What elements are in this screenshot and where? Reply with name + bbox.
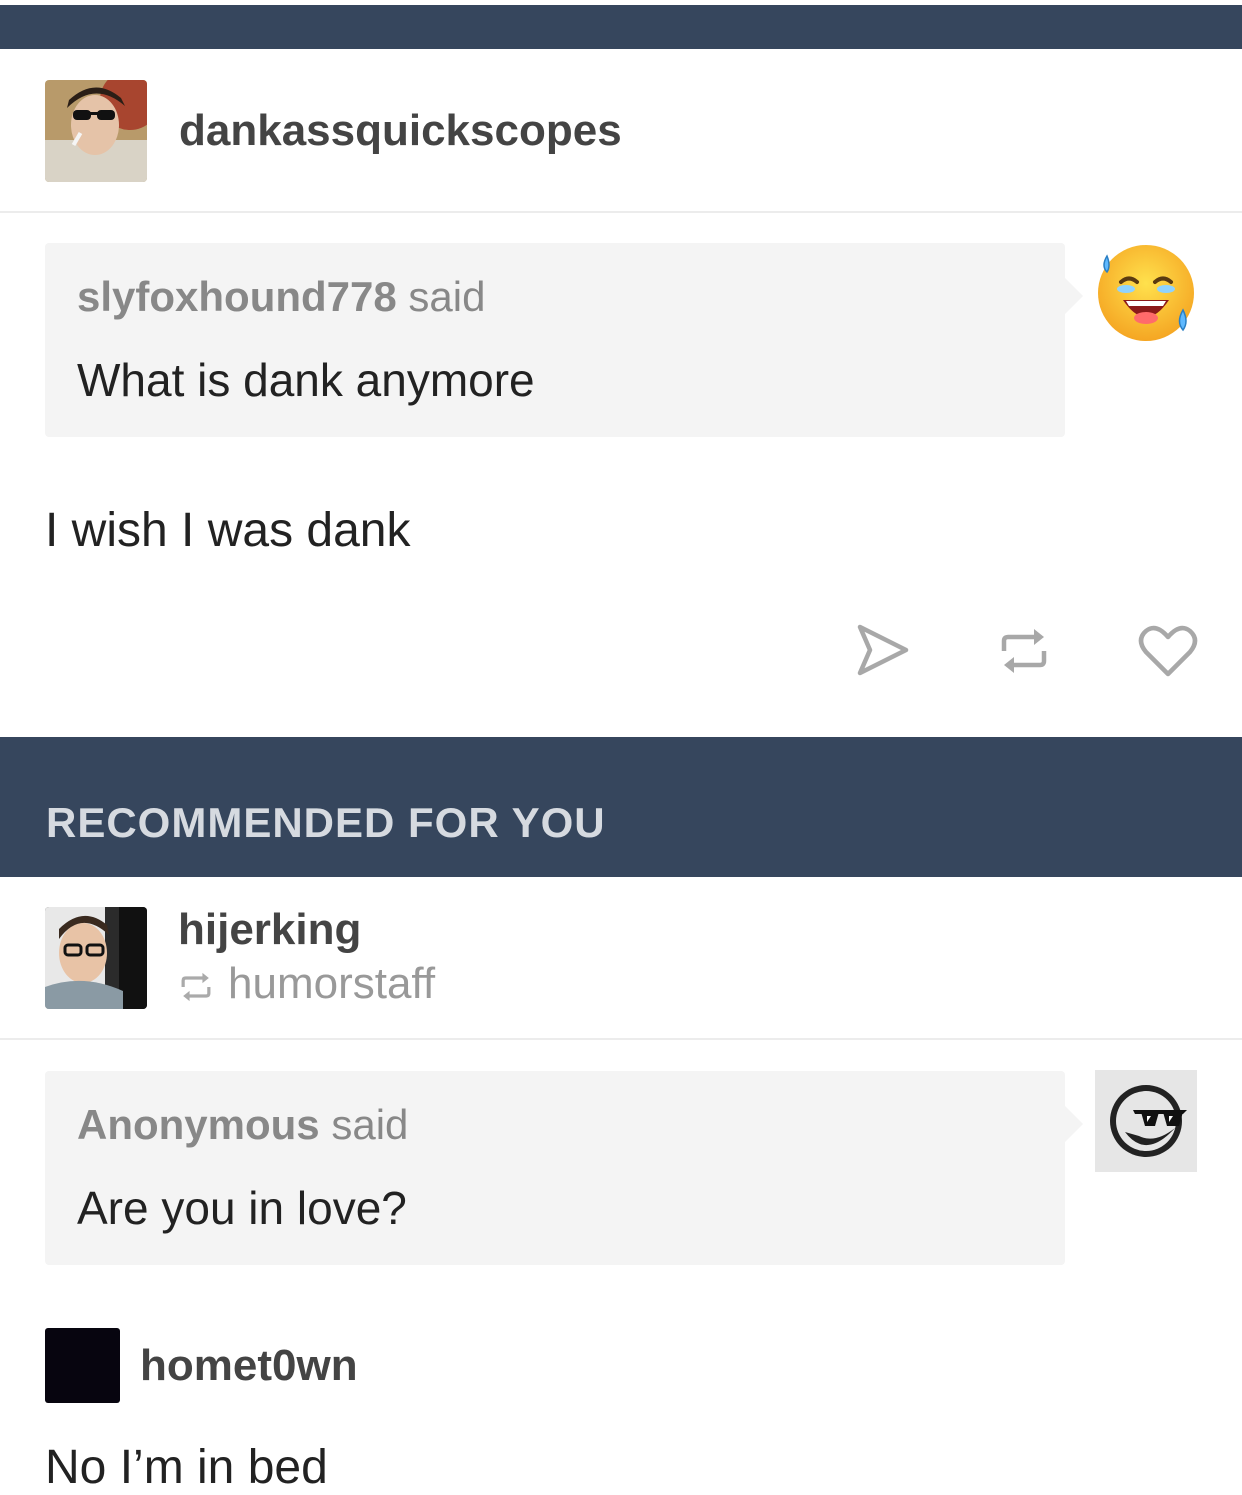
answerer-avatar[interactable] xyxy=(45,1328,120,1403)
answer-text: No I’m in bed xyxy=(45,1441,328,1494)
reblog-source: humorstaff xyxy=(178,959,435,1009)
reblog-small-icon xyxy=(178,966,214,1002)
ask-box: Anonymous said Are you in love? xyxy=(45,1071,1083,1265)
reblogged-from-name[interactable]: humorstaff xyxy=(228,959,435,1009)
recommended-title: RECOMMENDED FOR YOU xyxy=(46,799,606,846)
answer-text: I wish I was dank xyxy=(45,504,411,557)
blog-name[interactable]: dankassquickscopes xyxy=(179,106,622,156)
said-label: said xyxy=(331,1101,409,1148)
share-arrow-icon[interactable] xyxy=(856,623,910,682)
anonymous-sunglasses-icon xyxy=(1095,1070,1197,1172)
recommended-section-header: RECOMMENDED FOR YOU xyxy=(0,737,1242,877)
divider xyxy=(0,1038,1242,1040)
question-text: Are you in love? xyxy=(77,1182,407,1234)
reblog-icon[interactable] xyxy=(996,623,1052,684)
asker-name[interactable]: slyfoxhound778 xyxy=(77,273,397,320)
blog-avatar[interactable] xyxy=(45,907,147,1009)
answerer-name[interactable]: homet0wn xyxy=(140,1341,358,1391)
ask-box: slyfoxhound778 said What is dank anymore xyxy=(45,243,1083,437)
blog-name[interactable]: hijerking xyxy=(178,905,435,955)
top-nav-bar xyxy=(0,5,1242,49)
asker-name: Anonymous xyxy=(77,1101,320,1148)
post-header xyxy=(45,907,147,1009)
sweat-laughing-emoji-icon[interactable] xyxy=(1095,242,1197,344)
answerer: homet0wn xyxy=(45,1328,358,1403)
said-label: said xyxy=(408,273,486,320)
question-text: What is dank anymore xyxy=(77,354,535,406)
divider xyxy=(0,211,1242,213)
heart-icon[interactable] xyxy=(1138,623,1198,684)
asker-line: Anonymous said xyxy=(77,1101,408,1149)
post-meta: hijerking humorstaff xyxy=(178,905,435,1009)
post-header: dankassquickscopes xyxy=(45,80,622,182)
blog-avatar[interactable] xyxy=(45,80,147,182)
asker-line: slyfoxhound778 said xyxy=(77,273,485,321)
